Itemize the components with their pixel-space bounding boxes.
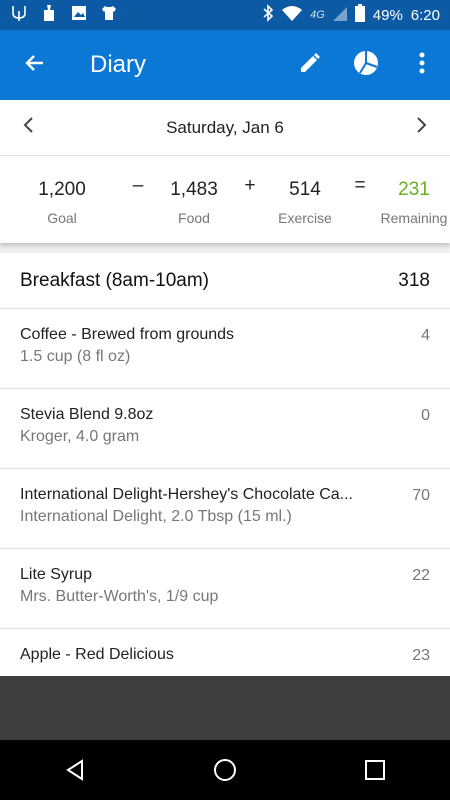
food-name: Lite Syrup	[20, 566, 93, 583]
food-name: International Delight-Hershey's Chocolat…	[20, 486, 353, 503]
meal-calories: 318	[398, 269, 430, 291]
square-recents-icon	[365, 760, 385, 780]
food-calories: 70	[412, 487, 430, 504]
food-name: Apple - Red Delicious	[20, 646, 174, 663]
exercise-label: Exercise	[278, 209, 332, 226]
nutrition-chart-button[interactable]	[338, 30, 394, 100]
wifi-icon	[282, 5, 303, 25]
food-entry[interactable]: Lite Syrup Mrs. Butter-Worth's, 1/9 cup …	[0, 549, 450, 629]
image-icon	[70, 4, 88, 27]
pie-chart-icon	[352, 49, 380, 82]
meal-header[interactable]: Breakfast (8am-10am) 318	[0, 253, 450, 309]
food-entry[interactable]: Stevia Blend 9.8oz Kroger, 4.0 gram 0	[0, 389, 450, 469]
food-calories: 0	[421, 407, 430, 424]
edit-button[interactable]	[282, 30, 338, 100]
goal-cell: 1,200 Goal	[2, 157, 122, 243]
previous-day-button[interactable]	[22, 116, 34, 139]
food-calories: 23	[412, 647, 430, 664]
food-serving: International Delight, 2.0 Tbsp (15 ml.)	[20, 508, 292, 525]
plus-sign: +	[244, 175, 256, 196]
page-title: Diary	[90, 51, 147, 78]
equals-sign: =	[354, 175, 366, 196]
food-label: Food	[178, 209, 210, 226]
chevron-right-icon	[417, 117, 427, 133]
arrow-left-icon	[23, 51, 47, 80]
battery-level: 49%	[372, 6, 403, 24]
calorie-summary: 1,200 Goal – 1,483 Food + 514 Exercise =…	[0, 157, 450, 243]
circle-home-icon	[214, 759, 236, 781]
food-value: 1,483	[170, 178, 218, 200]
exercise-cell: 514 Exercise	[266, 157, 344, 243]
triangle-back-icon	[66, 759, 83, 781]
meal-name: Breakfast (8am-10am)	[20, 269, 210, 291]
shirt-icon	[100, 4, 118, 27]
remaining-label: Remaining	[380, 209, 448, 226]
exercise-value: 514	[289, 178, 321, 200]
remaining-cell: 231 Remaining	[376, 157, 450, 243]
food-serving: Kroger, 4.0 gram	[20, 428, 140, 445]
app-bar: Diary	[0, 30, 450, 100]
food-entry[interactable]: Coffee - Brewed from grounds 1.5 cup (8 …	[0, 309, 450, 389]
more-options-button[interactable]	[394, 30, 450, 100]
system-back-button[interactable]	[45, 740, 105, 800]
food-entry[interactable]: International Delight-Hershey's Chocolat…	[0, 469, 450, 549]
bluetooth-icon	[262, 4, 274, 26]
remaining-value: 231	[398, 178, 430, 200]
pencil-icon	[298, 51, 322, 80]
minus-sign: –	[132, 175, 144, 196]
signal-icon	[332, 5, 347, 25]
food-cell: 1,483 Food	[154, 157, 234, 243]
battery-icon	[354, 4, 365, 26]
food-name: Stevia Blend 9.8oz	[20, 406, 154, 423]
system-home-button[interactable]	[195, 740, 255, 800]
date-navigation: Saturday, Jan 6	[0, 100, 450, 156]
food-name: Coffee - Brewed from grounds	[20, 326, 235, 343]
chevron-left-icon	[23, 117, 33, 133]
goal-label: Goal	[47, 209, 77, 226]
system-recents-button[interactable]	[345, 740, 405, 800]
app-notification-icon	[40, 4, 58, 27]
system-navigation-bar	[0, 740, 450, 800]
food-calories: 4	[421, 327, 430, 344]
food-serving: 1.5 cup (8 fl oz)	[20, 348, 131, 365]
status-bar: 4G 49% 6:20	[0, 0, 450, 30]
goal-value: 1,200	[38, 178, 86, 200]
food-entry-list: Coffee - Brewed from grounds 1.5 cup (8 …	[0, 309, 450, 709]
more-vert-icon	[419, 52, 425, 79]
clock: 6:20	[410, 6, 440, 24]
current-date[interactable]: Saturday, Jan 6	[166, 118, 284, 138]
usb-icon	[10, 4, 28, 27]
food-serving: Mrs. Butter-Worth's, 1/9 cup	[20, 588, 219, 605]
back-button[interactable]	[0, 30, 70, 100]
next-day-button[interactable]	[416, 116, 428, 139]
section-divider	[0, 243, 450, 253]
network-type: 4G	[310, 9, 325, 21]
food-calories: 22	[412, 567, 430, 584]
bottom-overlay	[0, 676, 450, 740]
